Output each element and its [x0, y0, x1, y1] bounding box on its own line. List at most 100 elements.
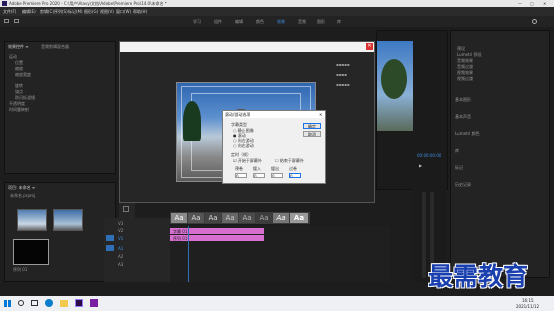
menu-graphics[interactable]: 图形(G)	[84, 9, 98, 14]
timeline-area: 字幕 01 序列 01	[170, 226, 390, 282]
workspace-tab-library[interactable]: 库	[337, 19, 341, 24]
tray-time: 16:15	[522, 298, 534, 303]
property-row: ▪▪▪▪▪	[336, 62, 350, 67]
menu-sequence[interactable]: 序列(S)	[54, 9, 68, 14]
clip-thumbnail[interactable]	[53, 209, 83, 231]
style-swatch[interactable]: Aa	[256, 213, 272, 223]
panel-section[interactable]: 基本声音	[455, 114, 547, 121]
search-icon[interactable]	[532, 19, 537, 24]
sequence-thumbnail-label: 序列 01	[13, 267, 28, 272]
effect-rows: 运动 位置 缩放 缩放宽度 旋转 锚点 防闪烁滤镜 不透明度 时间重映射	[9, 54, 115, 113]
timeline-clip[interactable]: 字幕 01	[170, 228, 264, 234]
menu-bar: 文件(F) 编辑(E) 剪辑(C) 序列(S) 标记(M) 图形(G) 视图(V…	[0, 7, 554, 16]
effect-controls-panel: 效果控件 ≡ 音频剪辑混合器 运动 位置 缩放 缩放宽度 旋转 锚点 防闪烁滤镜…	[4, 41, 116, 174]
postroll-input[interactable]: 0	[289, 173, 301, 178]
app-taskbar-icon[interactable]	[90, 299, 98, 307]
track-target-v1[interactable]	[106, 235, 114, 241]
tab-audio-mixer[interactable]: 音频剪辑混合器	[41, 44, 69, 49]
ok-button[interactable]: 确定	[303, 123, 321, 129]
workspace-tab-assembly[interactable]: 组件	[214, 19, 222, 24]
title-editor-close-button[interactable]: ✕	[366, 43, 373, 50]
workspace-tab-effects[interactable]: 效果	[277, 19, 285, 24]
panel-section[interactable]: 历史记录	[455, 182, 547, 189]
field-label: 缓出	[271, 166, 279, 171]
tab-project[interactable]: 项目: 未命名 ≡	[8, 185, 35, 190]
timing-fields: 预卷 缓入 缓出 过卷 0 0 0 0	[235, 166, 315, 180]
menu-help[interactable]: 帮助(H)	[133, 9, 147, 14]
close-button[interactable]: ✕	[543, 1, 546, 6]
panel-section[interactable]: 库	[455, 148, 547, 155]
panel-section[interactable]: Lumetri 颜色	[455, 131, 547, 138]
menu-file[interactable]: 文件(F)	[3, 9, 16, 14]
checkbox-label: 结束于屏幕外	[279, 158, 304, 163]
program-video-tree	[381, 59, 407, 99]
dialog-titlebar: 滚动/游动选项 ✕	[223, 111, 325, 118]
workspace-tab-learn[interactable]: 学习	[193, 19, 201, 24]
file-explorer-icon[interactable]	[60, 300, 68, 307]
track-label: V1	[118, 236, 124, 241]
timeline-clip[interactable]: 序列 01	[170, 235, 264, 241]
checkbox-start-offscreen[interactable]: ☑ 开始于屏幕外	[233, 158, 262, 163]
timeline-track-headers: V3 V2 V1 A1 A2 A3	[104, 218, 170, 282]
effect-row[interactable]: 缩放宽度	[9, 72, 115, 78]
menu-clip[interactable]: 剪辑(C)	[40, 9, 54, 14]
tool-icon[interactable]	[123, 206, 129, 212]
style-swatch[interactable]: Aa	[171, 213, 187, 223]
tray-date: 2021/11/12	[516, 304, 540, 309]
dialog-close-button[interactable]: ✕	[319, 112, 322, 117]
minimize-button[interactable]: —	[518, 1, 522, 6]
workspace-tab-editing[interactable]: 编辑	[235, 19, 243, 24]
windows-start-icon[interactable]	[4, 300, 11, 307]
task-view-icon[interactable]	[31, 300, 38, 306]
style-swatch[interactable]: Aa	[290, 213, 308, 223]
workspace-tab-audio[interactable]: 音频	[298, 19, 306, 24]
style-swatch[interactable]: Aa	[273, 213, 289, 223]
project-file-name: 未命名.prproj	[10, 193, 36, 198]
ease-in-input[interactable]: 0	[253, 173, 265, 178]
panel-sections: 基本图形 基本声音 Lumetri 颜色 库 标记 历史记录	[455, 97, 547, 189]
app-icon	[2, 1, 7, 6]
home-icon[interactable]	[4, 19, 9, 23]
style-swatch[interactable]: Aa	[239, 213, 255, 223]
ease-out-input[interactable]: 0	[271, 173, 283, 178]
style-swatch[interactable]: Aa	[222, 213, 238, 223]
playhead[interactable]	[188, 226, 189, 282]
title-bar: Adobe Premiere Pro 2020 - C:\用户\Alavy\文档…	[0, 0, 554, 7]
workspace-tab-color[interactable]: 颜色	[256, 19, 264, 24]
panel-section[interactable]: 基本图形	[455, 97, 547, 104]
effects-item[interactable]: 视频过渡	[457, 76, 482, 82]
effect-row[interactable]: 时间重映射	[9, 107, 115, 113]
preroll-input[interactable]: 0	[235, 173, 247, 178]
track-label: A2	[118, 254, 124, 259]
premiere-taskbar-icon[interactable]	[75, 299, 83, 307]
program-timecode: 00:00:00:00	[417, 153, 442, 158]
text-styles-row: Aa Aa Aa Aa Aa Aa Aa Aa	[170, 212, 310, 224]
import-icon[interactable]	[14, 19, 19, 23]
play-button[interactable]: ▶	[419, 163, 422, 168]
checkbox-end-offscreen[interactable]: ☐ 结束于屏幕外	[275, 158, 304, 163]
menu-view[interactable]: 视图(V)	[100, 9, 114, 14]
cancel-button[interactable]: 取消	[303, 131, 321, 137]
window-title: Adobe Premiere Pro 2020 - C:\用户\Alavy\文档…	[9, 1, 167, 6]
menu-edit[interactable]: 编辑(E)	[22, 9, 36, 14]
track-label: A3	[118, 262, 124, 267]
effects-panel: 预设 Lumetri 预设 音频效果 音频过渡 视频效果 视频过渡 基本图形 基…	[450, 30, 550, 278]
search-taskbar-icon[interactable]	[18, 300, 24, 306]
radio-label: 向右游动	[237, 143, 254, 148]
maximize-button[interactable]: □	[530, 1, 534, 6]
clip-thumbnail[interactable]	[17, 209, 47, 231]
style-swatch[interactable]: Aa	[205, 213, 221, 223]
tab-effect-controls[interactable]: 效果控件 ≡	[8, 44, 29, 49]
panel-section[interactable]: 标记	[455, 165, 547, 172]
sequence-thumbnail[interactable]	[13, 239, 49, 265]
menu-window[interactable]: 窗口(W)	[116, 9, 131, 14]
radio-option[interactable]: ○ 向右游动	[233, 143, 254, 148]
workspace-tab-graphics[interactable]: 图形	[317, 19, 325, 24]
track-label: V2	[118, 228, 124, 233]
style-swatch[interactable]: Aa	[188, 213, 204, 223]
edge-icon[interactable]	[45, 299, 53, 307]
field-label: 预卷	[235, 166, 243, 171]
track-target-a1[interactable]	[106, 245, 114, 251]
roll-crawl-dialog: 滚动/游动选项 ✕ 字幕类型 ○ 静止图像 ● 滚动 ○ 向左游动 ○ 向右游动…	[222, 110, 326, 184]
menu-marker[interactable]: 标记(M)	[68, 9, 83, 14]
